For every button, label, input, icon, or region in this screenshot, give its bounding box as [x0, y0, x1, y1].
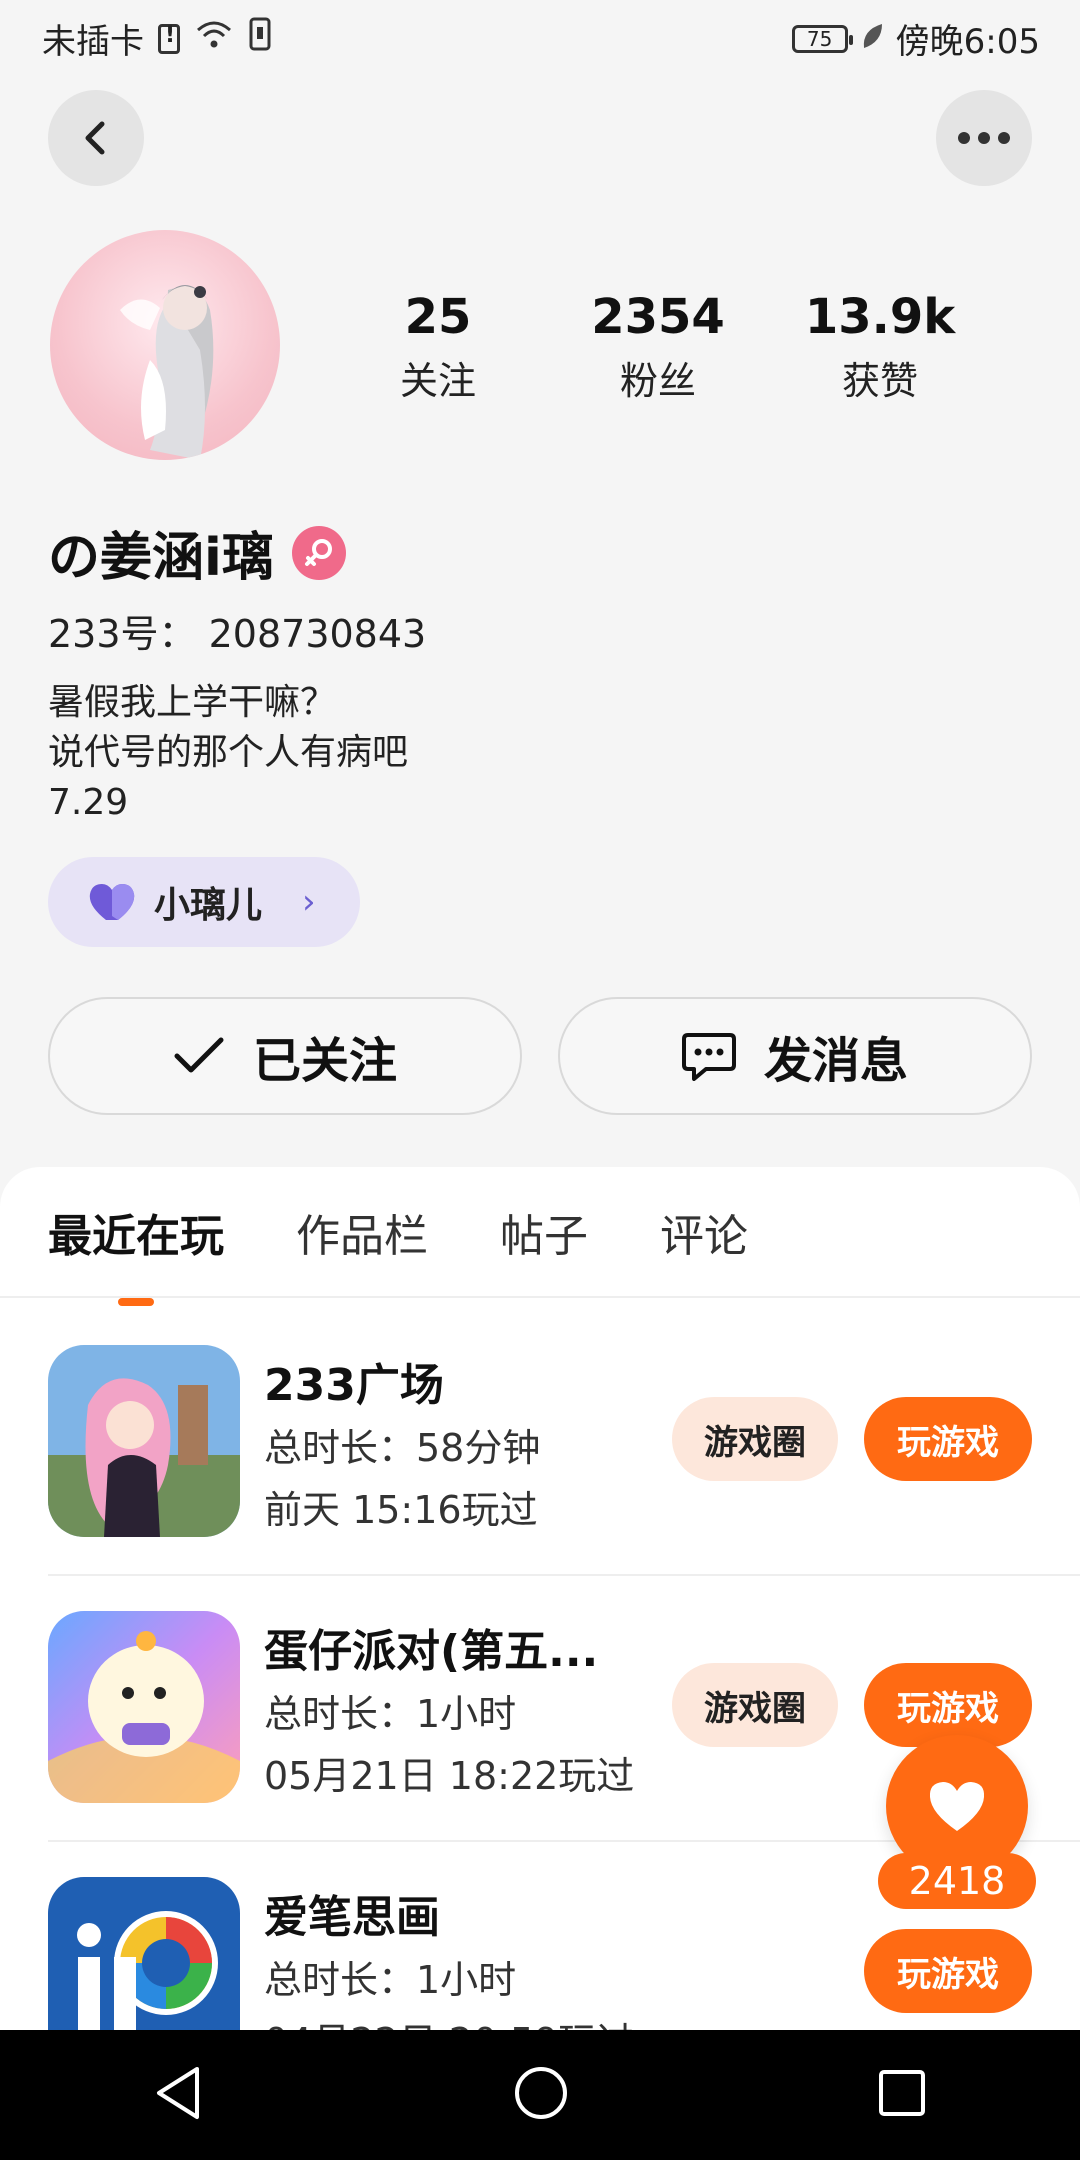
game-duration: 总时长：1小时 [264, 1958, 517, 2002]
more-dots-icon [958, 132, 1010, 144]
play-game-button[interactable]: 玩游戏 [864, 1929, 1032, 2013]
game-circle-button[interactable]: 游戏圈 [672, 1663, 838, 1747]
female-icon [291, 525, 346, 580]
game-title: 233广场 [264, 1360, 444, 1411]
following-label: 关注 [399, 359, 476, 403]
carrier-label: 未插卡 [42, 22, 144, 62]
sim-alert-icon [158, 23, 180, 54]
check-icon [174, 1037, 224, 1073]
row-divider [48, 1574, 1080, 1576]
nav-home-icon[interactable] [512, 2064, 570, 2126]
clock: 傍晚6:05 [895, 22, 1040, 62]
heart-icon [929, 1782, 985, 1831]
more-options-button[interactable] [936, 90, 1032, 186]
game-circle-button[interactable]: 游戏圈 [672, 1397, 838, 1481]
send-message-button[interactable]: 发消息 [558, 997, 1032, 1115]
battery-icon: 75 [791, 24, 853, 53]
tab-comments[interactable]: 评论 [660, 1200, 748, 1264]
fan-group-label: 小璃儿 [154, 885, 263, 926]
game-title: 爱笔思画 [264, 1892, 440, 1943]
stat-likes[interactable]: 13.9k 获赞 [780, 288, 980, 405]
avatar[interactable] [50, 230, 280, 460]
system-nav-bar [0, 2030, 1080, 2160]
status-bar-right: 75 傍晚6:05 [791, 14, 1040, 63]
game-duration: 总时长：1小时 [264, 1692, 517, 1736]
send-message-label: 发消息 [763, 1033, 908, 1089]
nav-recents-icon[interactable] [877, 2068, 927, 2122]
fan-group-chip[interactable]: 小璃儿 › [48, 857, 360, 947]
chat-icon [681, 1033, 736, 1081]
following-count: 25 [404, 289, 472, 345]
like-count: 2418 [878, 1853, 1036, 1909]
bio: 暑假我上学干嘛？ 说代号的那个人有病吧 7.29 [48, 678, 408, 828]
status-bar-left: 未插卡 [42, 14, 272, 63]
leaf-icon [860, 19, 884, 59]
username-row: の姜涵i璃 [48, 515, 346, 590]
tab-divider [0, 1296, 1080, 1298]
bio-line: 说代号的那个人有病吧 [48, 732, 409, 773]
following-button-label: 已关注 [252, 1033, 397, 1089]
tab-posts[interactable]: 帖子 [500, 1200, 588, 1264]
game-row[interactable]: 233广场 总时长：58分钟 前天 15:16玩过 游戏圈 玩游戏 [0, 1345, 1080, 1611]
back-button[interactable] [48, 90, 144, 186]
likes-count: 13.9k [804, 289, 956, 345]
username: の姜涵i璃 [48, 528, 274, 588]
likes-label: 获赞 [841, 359, 918, 403]
wifi-icon [194, 18, 234, 59]
game-duration: 总时长：58分钟 [264, 1426, 541, 1470]
phone-vibrate-icon [248, 17, 272, 60]
tab-recently-played[interactable]: 最近在玩 [48, 1200, 224, 1306]
game-last-played: 05月21日 18:22玩过 [264, 1754, 635, 1798]
heart-icon [89, 884, 135, 920]
game-title: 蛋仔派对(第五... [264, 1626, 599, 1677]
user-id: 233号： 208730843 [48, 612, 427, 656]
followers-count: 2354 [591, 289, 725, 345]
tab-works[interactable]: 作品栏 [296, 1200, 428, 1264]
play-game-button[interactable]: 玩游戏 [864, 1397, 1032, 1481]
play-game-button[interactable]: 玩游戏 [864, 1663, 1032, 1747]
followers-label: 粉丝 [619, 359, 696, 403]
profile-tabs: 最近在玩 作品栏 帖子 评论 [48, 1200, 820, 1306]
game-icon-eggy-party[interactable] [48, 1611, 240, 1803]
game-icon-233-plaza[interactable] [48, 1345, 240, 1537]
chevron-right-icon: › [302, 882, 316, 922]
game-last-played: 前天 15:16玩过 [264, 1488, 538, 1532]
following-button[interactable]: 已关注 [48, 997, 522, 1115]
bio-line: 暑假我上学干嘛？ [48, 682, 337, 723]
chevron-left-icon [85, 121, 105, 155]
stat-following[interactable]: 25 关注 [338, 288, 538, 405]
nav-back-icon[interactable] [153, 2065, 205, 2125]
bio-line: 7.29 [48, 782, 129, 823]
stat-followers[interactable]: 2354 粉丝 [558, 288, 758, 405]
